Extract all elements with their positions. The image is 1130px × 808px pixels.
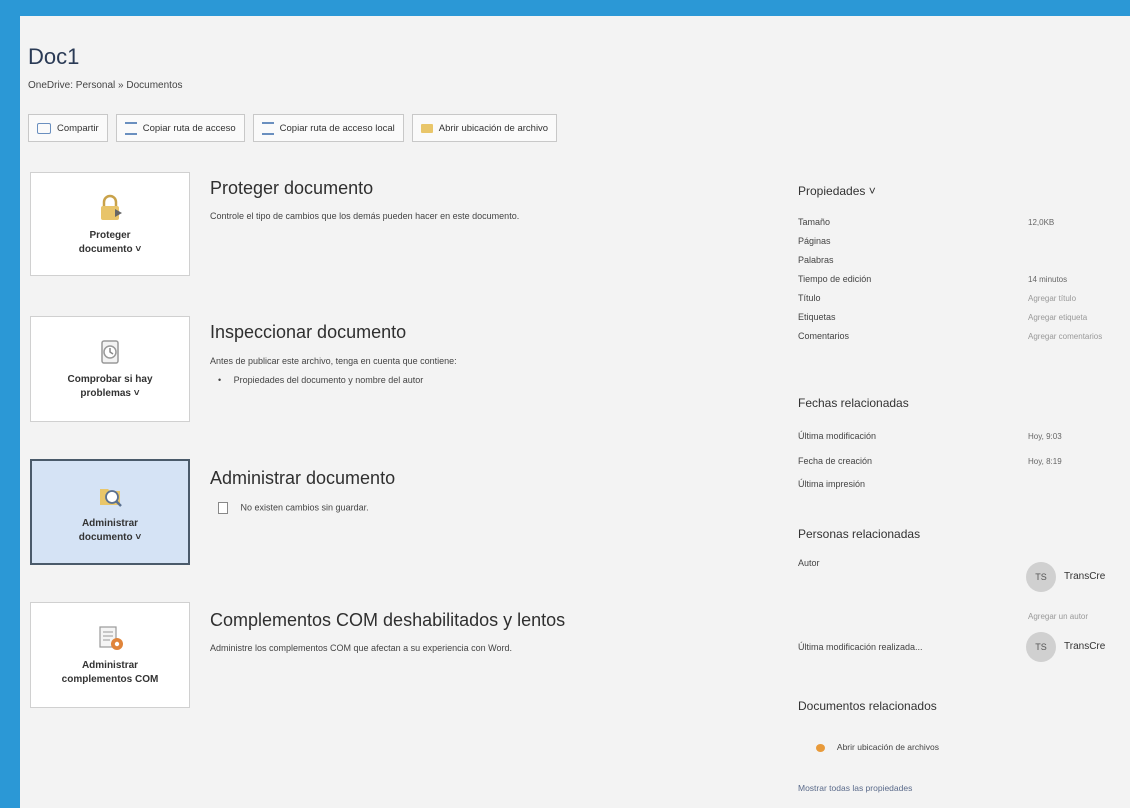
last-modified-label: Última modificación [798,431,877,441]
folder-icon [816,743,825,752]
title-input[interactable]: Agregar título [1028,294,1076,303]
protect-document-label-1: Proteger [89,230,131,241]
author-avatar: TS [1026,562,1056,592]
com-addins-icon [95,623,125,653]
edit-time-label: Tiempo de edición [798,274,872,284]
check-issues-label-2: problemas ˅ [80,388,140,399]
show-all-properties-link[interactable]: Mostrar todas las propiedades [798,783,912,793]
manage-status-item: No existen cambios sin guardar. [218,502,369,514]
pages-label: Páginas [798,236,831,246]
copy-path-button[interactable]: Copiar ruta de acceso [115,114,245,142]
title-label: Título [798,293,821,303]
inspect-bullet-item: • Propiedades del documento y nombre del… [218,375,423,385]
open-file-location-label: Abrir ubicación de archivo [438,122,549,134]
com-addins-title: Complementos COM deshabilitados y lentos [210,610,566,630]
last-modified-by-avatar: TS [1026,632,1056,662]
edit-time-value: 14 minutos [1028,275,1068,284]
share-icon [37,122,51,134]
inspect-document-description: Antes de publicar este archivo, tenga en… [210,356,457,366]
share-button[interactable]: Compartir [28,114,108,142]
protect-document-title: Proteger documento [210,178,374,198]
lock-icon [95,193,125,223]
size-value: 12,0KB [1028,218,1055,227]
check-issues-button[interactable]: Comprobar si hay problemas ˅ [30,316,190,422]
created-label: Fecha de creación [798,456,873,466]
copy-path-label: Copiar ruta de acceso [142,122,236,134]
check-issues-label-1: Comprobar si hay [67,374,153,385]
document-title: Doc1 [28,44,80,69]
inspect-document-title: Inspeccionar documento [210,322,407,342]
link-icon [124,121,137,135]
manage-com-addins-label-2: complementos COM [61,674,159,685]
manage-com-addins-label-1: Administrar [81,660,139,671]
inspect-bullet-text: Propiedades del documento y nombre del a… [233,375,424,385]
related-documents-heading: Documentos relacionados [798,699,937,713]
folder-icon [420,123,433,133]
related-people-heading: Personas relacionadas [798,527,921,541]
manage-document-title: Administrar documento [210,468,396,488]
last-modified-by-label: Última modificación realizada... [798,642,923,652]
bullet-icon: • [218,375,222,385]
copy-local-path-button[interactable]: Copiar ruta de acceso local [252,114,404,142]
open-file-location-button[interactable]: Abrir ubicación de archivo [411,114,558,142]
share-label: Compartir [57,122,99,134]
last-modified-by-name[interactable]: TransCre [1064,641,1105,652]
size-label: Tamaño [798,217,831,227]
created-value: Hoy, 8:19 [1028,457,1062,466]
document-icon [218,502,228,514]
comments-label: Comentarios [798,331,850,341]
protect-document-description: Controle el tipo de cambios que los demá… [210,211,520,221]
properties-heading[interactable]: Propiedades ˅ [798,184,876,198]
last-modified-value: Hoy, 9:03 [1028,432,1062,441]
info-page: Doc1 OneDrive: Personal » Documentos Com… [20,16,1130,808]
words-label: Palabras [798,255,834,265]
related-dates-heading: Fechas relacionadas [798,396,909,410]
document-path: OneDrive: Personal » Documentos [28,80,183,91]
manage-document-button[interactable]: Administrar documento ˅ [30,459,190,565]
tags-input[interactable]: Agregar etiqueta [1028,313,1087,322]
manage-document-description: No existen cambios sin guardar. [240,502,369,513]
manage-document-icon [95,481,125,511]
manage-document-label-1: Administrar [81,518,139,529]
protect-document-button[interactable]: Proteger documento ˅ [30,172,190,276]
link-icon [261,121,274,135]
open-file-location-link-label: Abrir ubicación de archivos [836,742,939,752]
last-printed-label: Última impresión [798,479,866,489]
tags-label: Etiquetas [798,312,836,322]
toolbar: Compartir Copiar ruta de acceso Copiar r… [28,114,558,142]
manage-document-label-2: documento ˅ [78,532,142,543]
copy-local-path-label: Copiar ruta de acceso local [279,122,395,134]
com-addins-description: Administre los complementos COM que afec… [210,643,512,653]
protect-document-label-2: documento ˅ [78,244,142,255]
add-author-input[interactable]: Agregar un autor [1028,612,1088,621]
open-file-location-link[interactable]: Abrir ubicación de archivos [816,742,939,752]
inspect-document-icon [95,337,125,367]
author-name[interactable]: TransCre [1064,571,1105,582]
comments-input[interactable]: Agregar comentarios [1028,332,1102,341]
manage-com-addins-button[interactable]: Administrar complementos COM [30,602,190,708]
author-label: Autor [798,558,820,568]
